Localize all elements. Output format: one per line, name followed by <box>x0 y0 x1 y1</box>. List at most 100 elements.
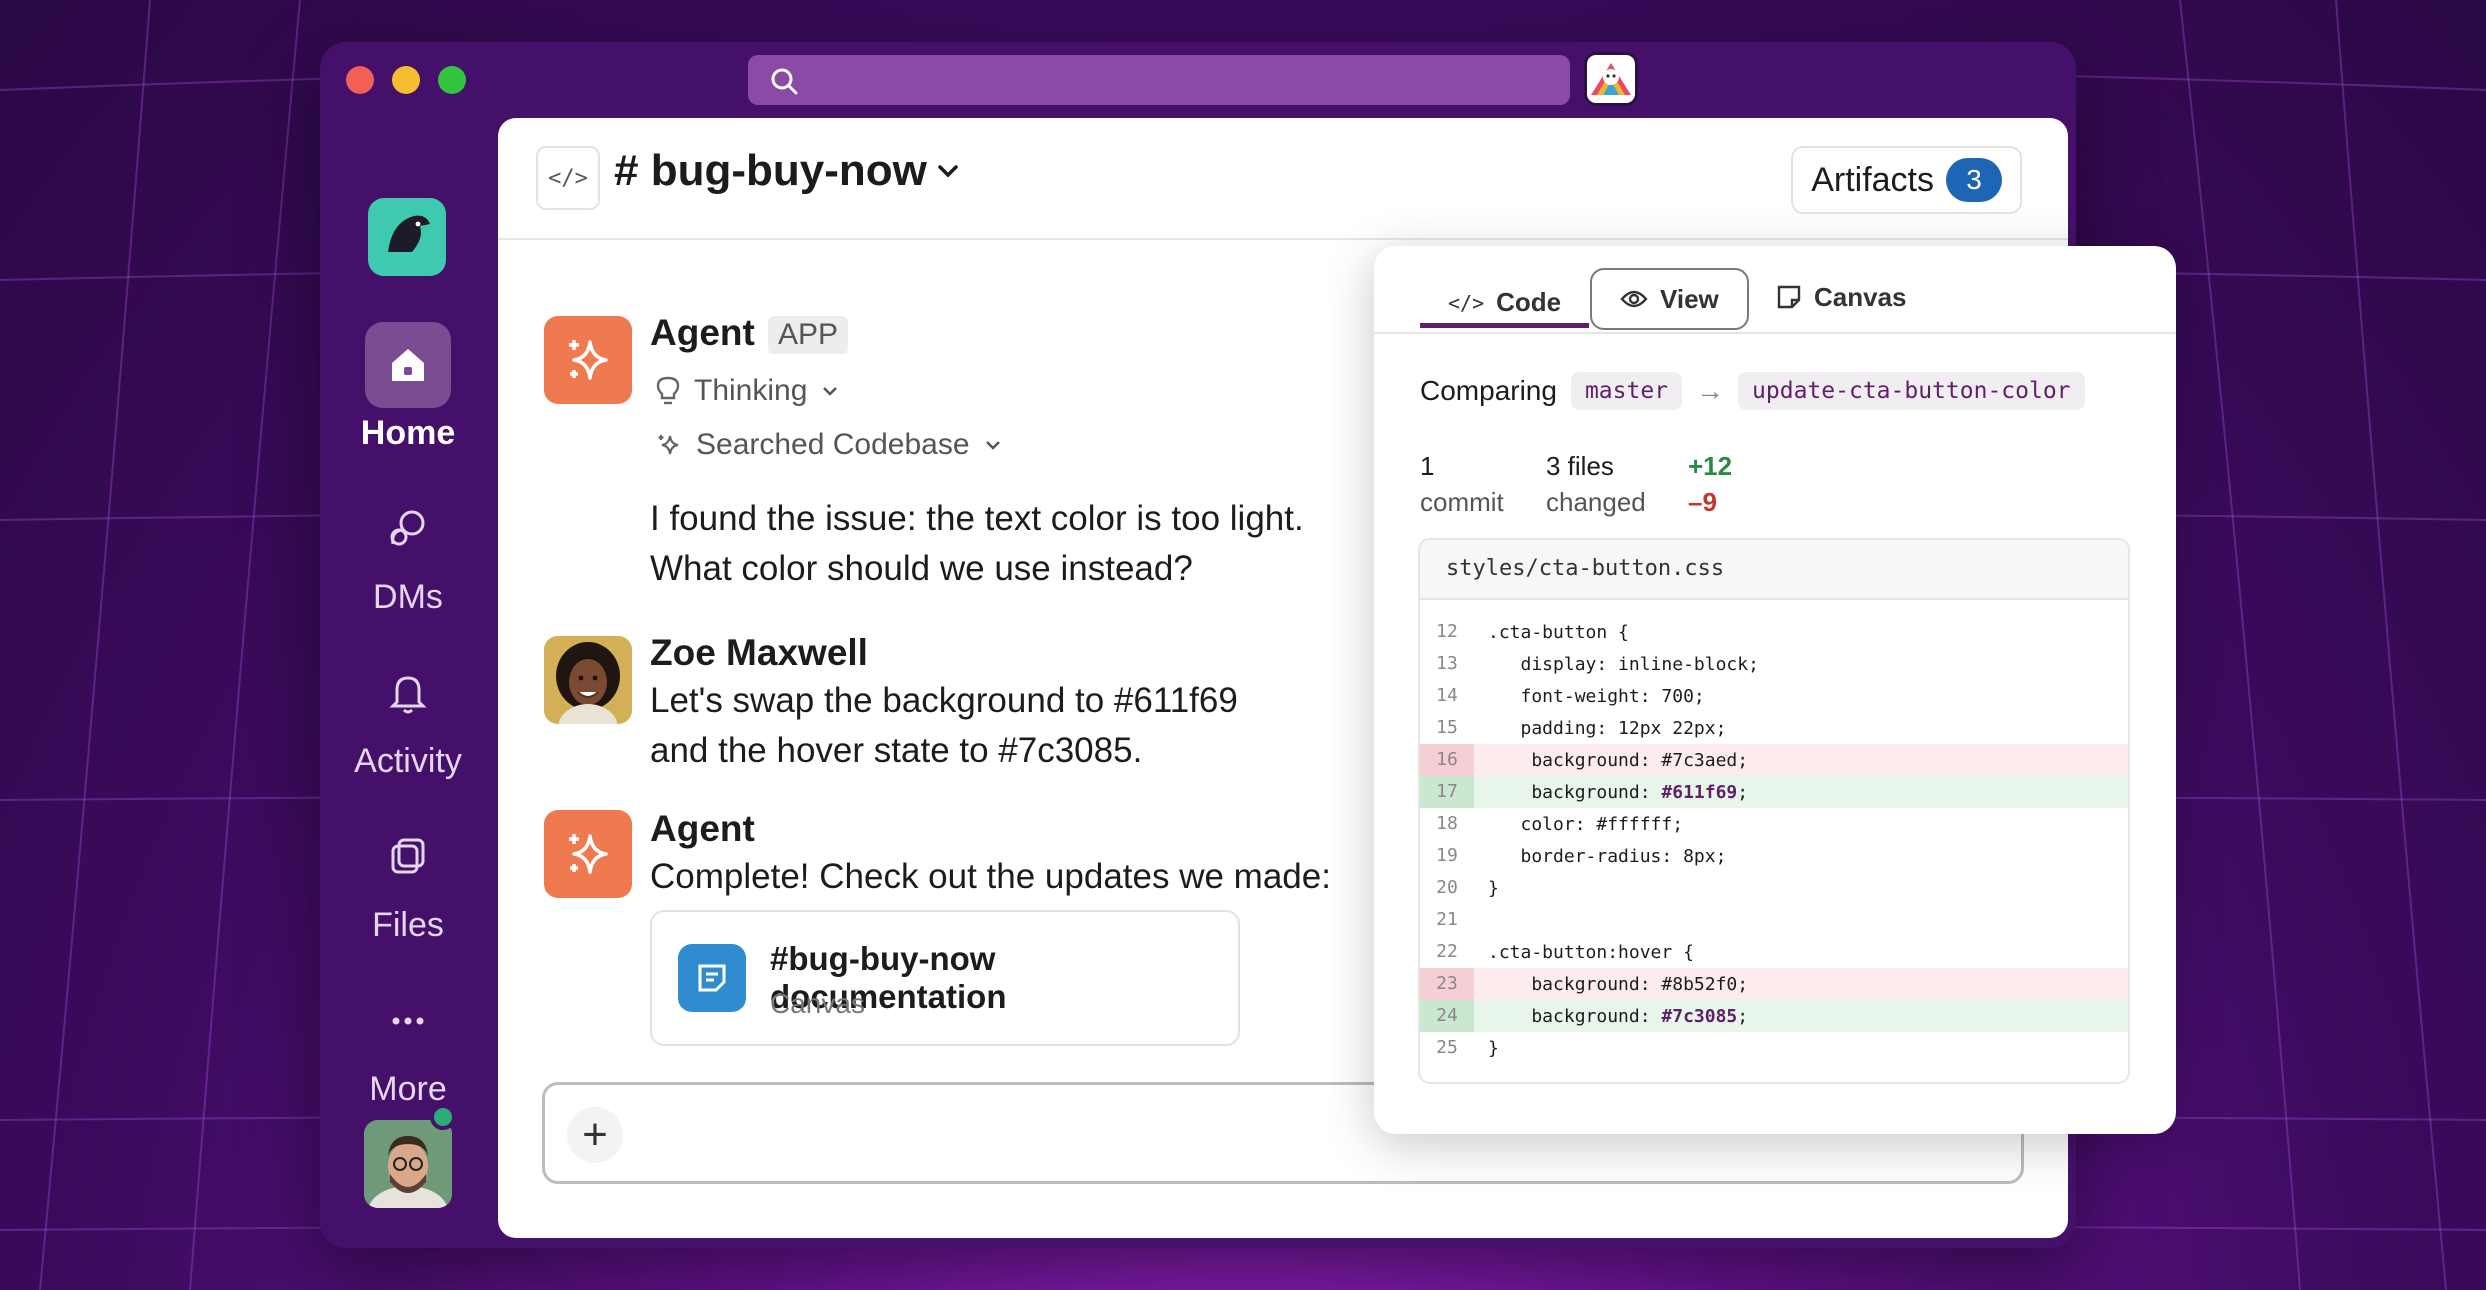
close-window-button[interactable] <box>346 66 374 94</box>
thinking-label: Thinking <box>694 374 808 407</box>
line-code: color: #ffffff; <box>1474 814 1684 835</box>
user-avatar[interactable] <box>364 1120 452 1208</box>
diff-line: 22 .cta-button:hover { <box>1420 936 2128 968</box>
sidebar-item-files[interactable]: Files <box>320 814 496 945</box>
commit-count-label: commit <box>1420 487 1504 517</box>
app-tag: APP <box>768 316 849 354</box>
line-code: } <box>1474 878 1499 899</box>
line-number[interactable]: 22 <box>1420 936 1474 968</box>
searched-codebase-toggle[interactable]: Searched Codebase <box>656 428 1002 462</box>
sidebar-item-dms[interactable]: DMs <box>320 486 496 617</box>
files-changed: 3 files changed <box>1546 448 1646 520</box>
diff-line: 21 <box>1420 904 2128 936</box>
add-attachment-button[interactable]: + <box>567 1107 623 1163</box>
comparing-label: Comparing <box>1420 375 1557 406</box>
searched-label: Searched Codebase <box>696 428 970 461</box>
head-branch[interactable]: update-cta-button-color <box>1738 372 2085 410</box>
bell-icon <box>365 650 451 736</box>
sidebar-item-home[interactable]: Home <box>320 322 496 453</box>
canvas-attachment-card[interactable]: #bug-buy-now documentation Canvas <box>650 910 1240 1046</box>
line-number[interactable]: 20 <box>1420 872 1474 904</box>
diff-line: 13 display: inline-block; <box>1420 648 2128 680</box>
line-number[interactable]: 12 <box>1420 616 1474 648</box>
agent-avatar[interactable] <box>544 316 632 404</box>
workspace-logo[interactable] <box>368 198 446 276</box>
sparkle-icon <box>569 834 608 874</box>
message-author[interactable]: Agent <box>650 808 755 850</box>
line-code: background: #8b52f0; <box>1474 974 1748 995</box>
commit-count: 1 commit <box>1420 448 1504 520</box>
window-controls <box>346 66 466 94</box>
minimize-window-button[interactable] <box>392 66 420 94</box>
line-number[interactable]: 17 <box>1420 776 1474 808</box>
code-text: background: #7c3aed; <box>1488 749 1749 771</box>
tab-canvas[interactable]: Canvas <box>1748 266 1935 328</box>
thinking-toggle[interactable]: Thinking <box>656 374 839 408</box>
diff-line-added: 17 background: #611f69; <box>1420 776 2128 808</box>
code-text: border-radius: 8px; <box>1488 845 1727 867</box>
sidebar-item-activity[interactable]: Activity <box>320 650 496 781</box>
sparkle-icon <box>569 340 608 380</box>
base-branch[interactable]: master <box>1570 372 1683 410</box>
commit-count-value: 1 <box>1420 451 1435 481</box>
line-number[interactable]: 23 <box>1420 968 1474 1000</box>
code-text: .cta-button { <box>1488 621 1629 643</box>
dms-icon <box>365 486 451 572</box>
line-number[interactable]: 15 <box>1420 712 1474 744</box>
diff-line-added: 24 background: #7c3085; <box>1420 1000 2128 1032</box>
message-author[interactable]: Agent <box>650 312 755 354</box>
code-text: padding: 12px 22px; <box>1488 717 1727 739</box>
diff-line: 15 padding: 12px 22px; <box>1420 712 2128 744</box>
canvas-icon <box>1777 285 1801 309</box>
line-number[interactable]: 21 <box>1420 904 1474 936</box>
artifacts-button[interactable]: Artifacts 3 <box>1791 146 2022 214</box>
eye-icon <box>1620 290 1648 308</box>
code-icon: </> <box>1448 290 1485 315</box>
tab-label: Code <box>1496 287 1562 317</box>
files-changed-label: changed <box>1546 487 1646 517</box>
branch-comparison: Comparing master → update-cta-button-col… <box>1420 372 2085 410</box>
diff-lines: 12 .cta-button { 13 display: inline-block;… <box>1420 600 2128 1064</box>
diff-line: 14 font-weight: 700; <box>1420 680 2128 712</box>
sidebar-rail: Home DMs Activity Files More <box>320 122 496 1242</box>
channel-name[interactable]: # bug-buy-now <box>614 146 961 196</box>
message-body: I found the issue: the text color is too… <box>650 494 1304 594</box>
line-number[interactable]: 13 <box>1420 648 1474 680</box>
deletions-count: –9 <box>1688 487 1717 517</box>
search-bar[interactable] <box>748 55 1570 105</box>
line-code: display: inline-block; <box>1474 654 1759 675</box>
sidebar-item-label: More <box>369 1070 447 1108</box>
chevron-down-icon <box>938 165 958 178</box>
line-code: .cta-button:hover { <box>1474 942 1694 963</box>
message-line: What color should we use instead? <box>650 549 1193 588</box>
zoom-window-button[interactable] <box>438 66 466 94</box>
sidebar-item-more[interactable]: More <box>320 978 496 1109</box>
code-text-end: ; <box>1737 781 1749 803</box>
arrow-right-icon: → <box>1696 375 1725 406</box>
tab-view[interactable]: View <box>1590 268 1749 330</box>
agent-avatar[interactable] <box>544 810 632 898</box>
file-path[interactable]: styles/cta-button.css <box>1420 540 2128 600</box>
sidebar-item-label: Activity <box>354 742 462 780</box>
code-highlight: #611f69 <box>1661 781 1738 803</box>
line-number[interactable]: 18 <box>1420 808 1474 840</box>
code-text: } <box>1488 877 1499 899</box>
assistant-app-icon[interactable] <box>1584 52 1638 106</box>
sidebar-item-label: DMs <box>373 578 443 616</box>
code-view-button[interactable]: </> <box>536 146 600 210</box>
line-number[interactable]: 19 <box>1420 840 1474 872</box>
line-number[interactable]: 24 <box>1420 1000 1474 1032</box>
line-number[interactable]: 25 <box>1420 1032 1474 1064</box>
code-text: font-weight: 700; <box>1488 685 1705 707</box>
line-number[interactable]: 14 <box>1420 680 1474 712</box>
code-text: background: #8b52f0; <box>1488 973 1749 995</box>
message-author[interactable]: Zoe Maxwell <box>650 632 868 674</box>
chevron-down-icon <box>823 387 838 396</box>
channel-title: # bug-buy-now <box>614 146 927 195</box>
tab-label: View <box>1660 283 1719 314</box>
sidebar-item-label: Home <box>360 414 456 452</box>
zoe-avatar[interactable] <box>544 636 632 724</box>
tab-code[interactable]: </> Code <box>1420 266 1590 328</box>
line-number[interactable]: 16 <box>1420 744 1474 776</box>
sidebar-item-label: Files <box>372 906 444 944</box>
